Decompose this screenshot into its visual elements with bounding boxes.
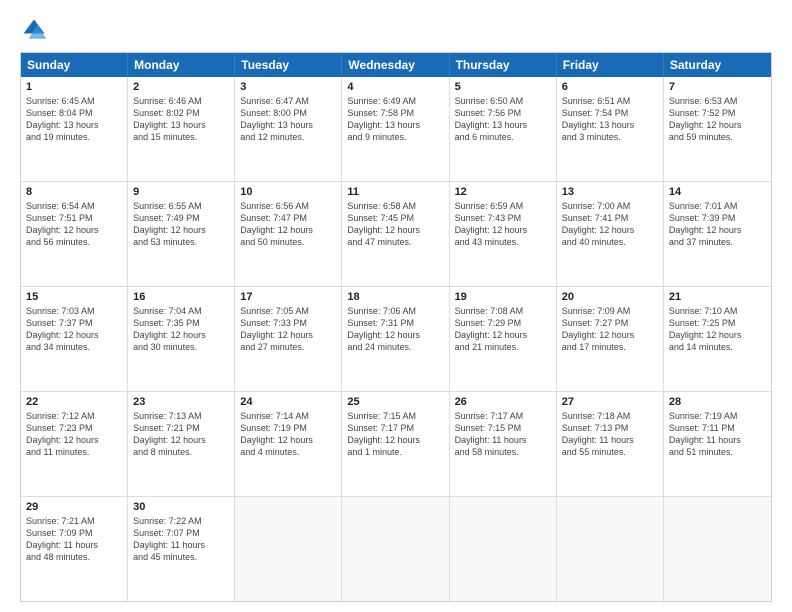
calendar-day <box>557 497 664 601</box>
calendar-day: 13Sunrise: 7:00 AMSunset: 7:41 PMDayligh… <box>557 182 664 286</box>
calendar-day: 22Sunrise: 7:12 AMSunset: 7:23 PMDayligh… <box>21 392 128 496</box>
calendar-day: 5Sunrise: 6:50 AMSunset: 7:56 PMDaylight… <box>450 77 557 181</box>
header-day-monday: Monday <box>128 53 235 77</box>
calendar-grid: SundayMondayTuesdayWednesdayThursdayFrid… <box>20 52 772 602</box>
header-day-thursday: Thursday <box>450 53 557 77</box>
calendar-day: 1Sunrise: 6:45 AMSunset: 8:04 PMDaylight… <box>21 77 128 181</box>
calendar-day: 23Sunrise: 7:13 AMSunset: 7:21 PMDayligh… <box>128 392 235 496</box>
calendar-page: SundayMondayTuesdayWednesdayThursdayFrid… <box>0 0 792 612</box>
calendar-day: 16Sunrise: 7:04 AMSunset: 7:35 PMDayligh… <box>128 287 235 391</box>
calendar-day: 7Sunrise: 6:53 AMSunset: 7:52 PMDaylight… <box>664 77 771 181</box>
calendar-day: 27Sunrise: 7:18 AMSunset: 7:13 PMDayligh… <box>557 392 664 496</box>
calendar-day: 11Sunrise: 6:58 AMSunset: 7:45 PMDayligh… <box>342 182 449 286</box>
calendar-day: 8Sunrise: 6:54 AMSunset: 7:51 PMDaylight… <box>21 182 128 286</box>
calendar-day: 10Sunrise: 6:56 AMSunset: 7:47 PMDayligh… <box>235 182 342 286</box>
calendar-row: 1Sunrise: 6:45 AMSunset: 8:04 PMDaylight… <box>21 77 771 181</box>
calendar-row: 22Sunrise: 7:12 AMSunset: 7:23 PMDayligh… <box>21 391 771 496</box>
logo-icon <box>20 16 48 44</box>
calendar-day: 18Sunrise: 7:06 AMSunset: 7:31 PMDayligh… <box>342 287 449 391</box>
calendar-day: 21Sunrise: 7:10 AMSunset: 7:25 PMDayligh… <box>664 287 771 391</box>
calendar-day <box>235 497 342 601</box>
header-day-saturday: Saturday <box>664 53 771 77</box>
calendar-day <box>342 497 449 601</box>
calendar-day: 29Sunrise: 7:21 AMSunset: 7:09 PMDayligh… <box>21 497 128 601</box>
calendar-day: 12Sunrise: 6:59 AMSunset: 7:43 PMDayligh… <box>450 182 557 286</box>
calendar-day: 20Sunrise: 7:09 AMSunset: 7:27 PMDayligh… <box>557 287 664 391</box>
calendar-day: 24Sunrise: 7:14 AMSunset: 7:19 PMDayligh… <box>235 392 342 496</box>
calendar-row: 8Sunrise: 6:54 AMSunset: 7:51 PMDaylight… <box>21 181 771 286</box>
calendar-day: 28Sunrise: 7:19 AMSunset: 7:11 PMDayligh… <box>664 392 771 496</box>
logo <box>20 16 52 44</box>
calendar-day <box>664 497 771 601</box>
page-header <box>20 16 772 44</box>
calendar-day: 15Sunrise: 7:03 AMSunset: 7:37 PMDayligh… <box>21 287 128 391</box>
calendar-row: 29Sunrise: 7:21 AMSunset: 7:09 PMDayligh… <box>21 496 771 601</box>
header-day-wednesday: Wednesday <box>342 53 449 77</box>
calendar-day: 19Sunrise: 7:08 AMSunset: 7:29 PMDayligh… <box>450 287 557 391</box>
calendar-day: 4Sunrise: 6:49 AMSunset: 7:58 PMDaylight… <box>342 77 449 181</box>
calendar-day: 17Sunrise: 7:05 AMSunset: 7:33 PMDayligh… <box>235 287 342 391</box>
header-day-friday: Friday <box>557 53 664 77</box>
calendar-day: 9Sunrise: 6:55 AMSunset: 7:49 PMDaylight… <box>128 182 235 286</box>
calendar-day: 30Sunrise: 7:22 AMSunset: 7:07 PMDayligh… <box>128 497 235 601</box>
calendar-day: 2Sunrise: 6:46 AMSunset: 8:02 PMDaylight… <box>128 77 235 181</box>
calendar-day: 25Sunrise: 7:15 AMSunset: 7:17 PMDayligh… <box>342 392 449 496</box>
calendar-body: 1Sunrise: 6:45 AMSunset: 8:04 PMDaylight… <box>21 77 771 601</box>
calendar-day: 14Sunrise: 7:01 AMSunset: 7:39 PMDayligh… <box>664 182 771 286</box>
header-day-tuesday: Tuesday <box>235 53 342 77</box>
calendar-header: SundayMondayTuesdayWednesdayThursdayFrid… <box>21 53 771 77</box>
calendar-day: 26Sunrise: 7:17 AMSunset: 7:15 PMDayligh… <box>450 392 557 496</box>
calendar-row: 15Sunrise: 7:03 AMSunset: 7:37 PMDayligh… <box>21 286 771 391</box>
calendar-day <box>450 497 557 601</box>
calendar-day: 6Sunrise: 6:51 AMSunset: 7:54 PMDaylight… <box>557 77 664 181</box>
calendar-day: 3Sunrise: 6:47 AMSunset: 8:00 PMDaylight… <box>235 77 342 181</box>
header-day-sunday: Sunday <box>21 53 128 77</box>
